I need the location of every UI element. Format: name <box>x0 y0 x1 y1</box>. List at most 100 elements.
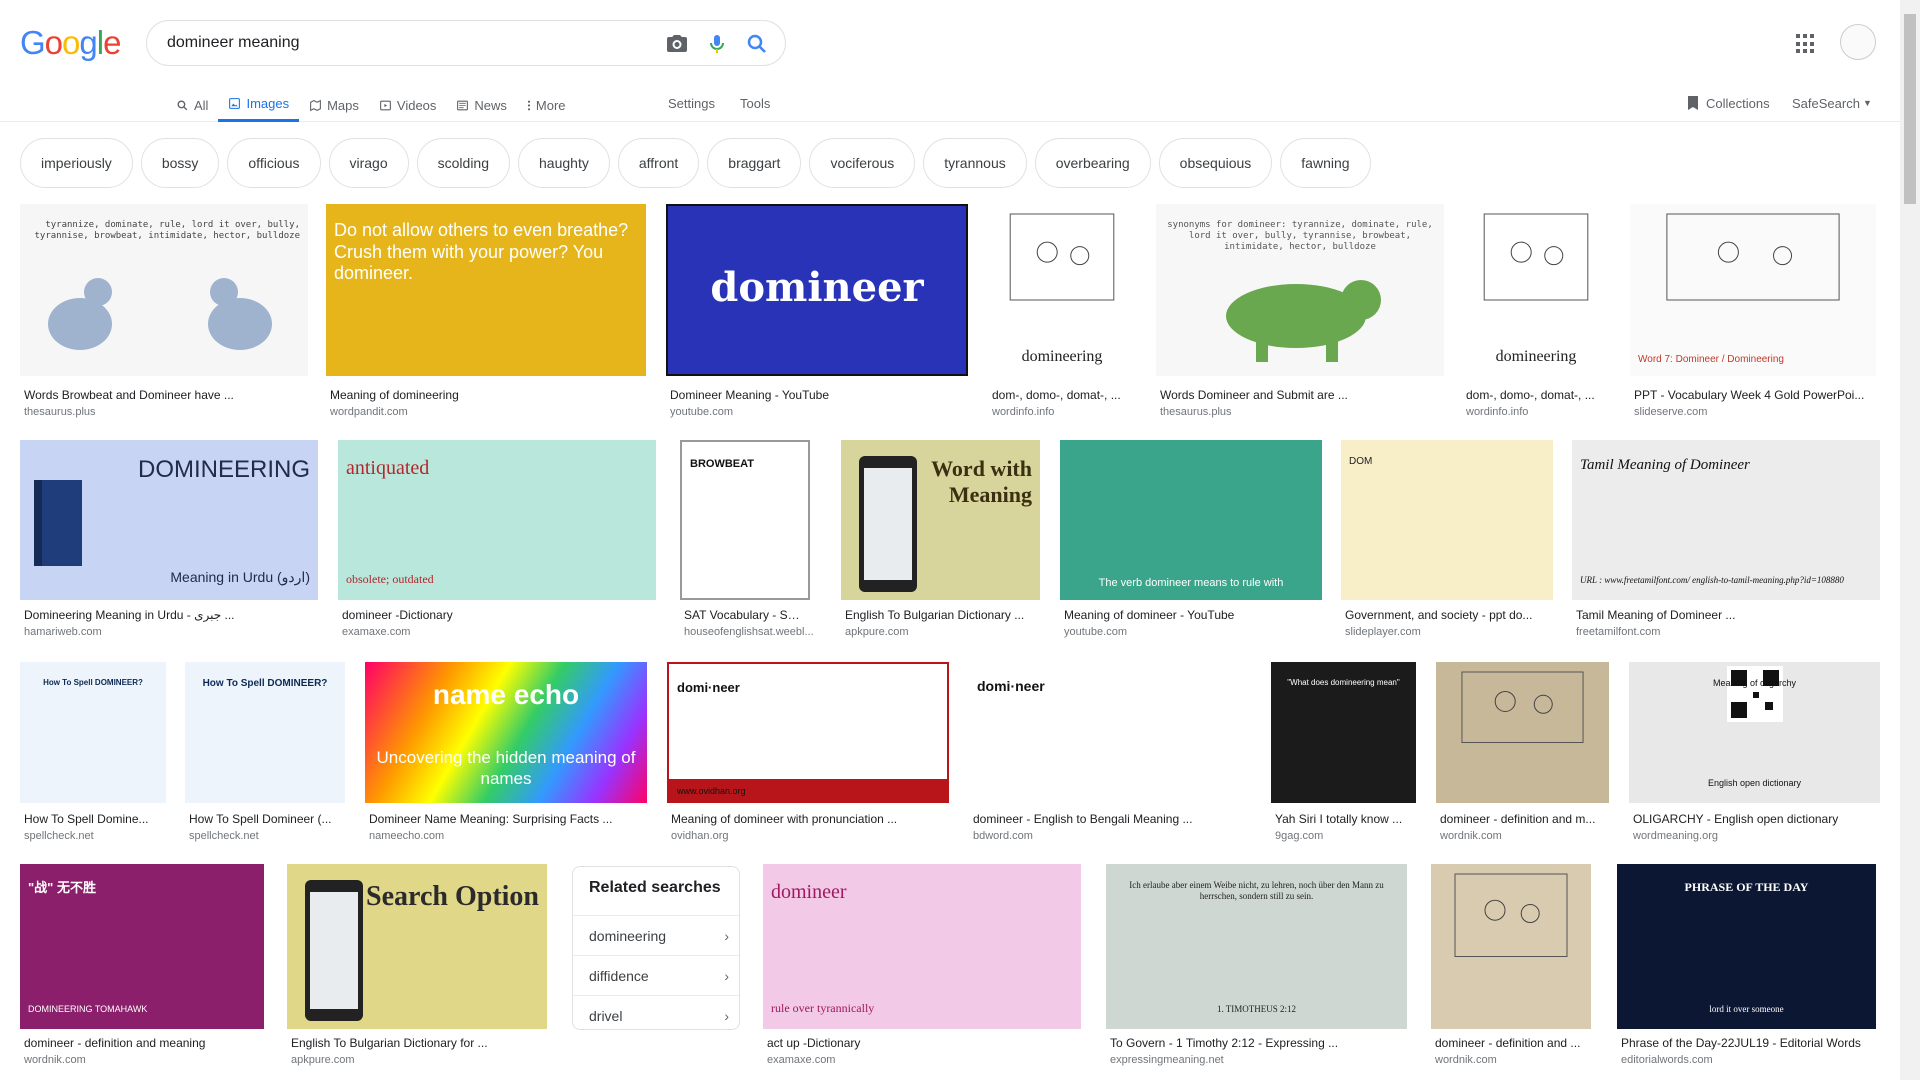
tab-more[interactable]: More <box>517 88 576 122</box>
image-thumbnail[interactable]: "战" 无不胜 DOMINEERING TOMAHAWK <box>20 864 264 1029</box>
chip-braggart[interactable]: braggart <box>707 138 802 188</box>
result-caption[interactable]: English To Bulgarian Dictionary for ... <box>291 1036 543 1050</box>
chip-virago[interactable]: virago <box>328 138 409 188</box>
image-result[interactable]: domineer - definition and ... wordnik.com <box>1431 864 1591 1076</box>
image-thumbnail[interactable]: BROWBEAT <box>680 440 810 600</box>
image-thumbnail[interactable]: Word 7: Domineer / Domineering <box>1630 204 1876 376</box>
image-thumbnail[interactable]: antiquated obsolete; outdated <box>338 440 656 600</box>
result-caption[interactable]: domineer - definition and meaning <box>24 1036 260 1050</box>
image-thumbnail[interactable] <box>1436 662 1609 803</box>
image-result[interactable]: PHRASE OF THE DAY lord it over someone Phr… <box>1617 864 1876 1076</box>
result-caption[interactable]: domineer - English to Bengali Meaning ..… <box>973 812 1247 826</box>
image-thumbnail[interactable]: domi·neer www.ovidhan.org <box>667 662 949 803</box>
result-caption[interactable]: To Govern - 1 Timothy 2:12 - Expressing … <box>1110 1036 1403 1050</box>
image-thumbnail[interactable] <box>1431 864 1591 1029</box>
image-thumbnail[interactable]: Tamil Meaning of Domineer URL : www.freet… <box>1572 440 1880 600</box>
result-caption[interactable]: Yah Siri I totally know ... <box>1275 812 1412 826</box>
tab-images[interactable]: Images <box>218 88 300 122</box>
chip-imperiously[interactable]: imperiously <box>20 138 133 188</box>
image-thumbnail[interactable]: tyrannize, dominate, rule, lord it over,… <box>20 204 308 376</box>
tab-news[interactable]: News <box>446 88 517 122</box>
image-result[interactable]: tyrannize, dominate, rule, lord it over,… <box>20 204 308 428</box>
image-result[interactable]: The verb domineer means to rule with Mean… <box>1060 440 1322 648</box>
safesearch-dropdown[interactable]: SafeSearch ▼ <box>1792 88 1872 118</box>
search-input[interactable]: domineer meaning <box>167 34 300 52</box>
image-thumbnail[interactable]: Ich erlaube aber einem Weibe nicht, zu l… <box>1106 864 1407 1029</box>
image-result[interactable]: domi·neer www.ovidhan.org Meaning of domin… <box>667 662 949 852</box>
result-caption[interactable]: domineer - definition and m... <box>1440 812 1605 826</box>
result-caption[interactable]: English To Bulgarian Dictionary ... <box>845 608 1036 622</box>
chip-obsequious[interactable]: obsequious <box>1158 138 1273 188</box>
image-result[interactable]: name echo Uncovering the hidden meaning o… <box>365 662 647 852</box>
scrollbar[interactable] <box>1900 0 1920 1080</box>
apps-grid-icon[interactable] <box>1796 34 1816 54</box>
image-result[interactable]: Word 7: Domineer / Domineering PPT - Voca… <box>1630 204 1876 428</box>
avatar[interactable] <box>1840 24 1876 60</box>
chip-vociferous[interactable]: vociferous <box>809 138 916 188</box>
result-caption[interactable]: Words Domineer and Submit are ... <box>1160 388 1440 402</box>
tab-videos[interactable]: Videos <box>369 88 447 122</box>
result-caption[interactable]: Meaning of domineer - YouTube <box>1064 608 1318 622</box>
image-thumbnail[interactable]: name echo Uncovering the hidden meaning o… <box>365 662 647 803</box>
image-thumbnail[interactable]: DOMINEERING Meaning in Urdu (اردو) <box>20 440 318 600</box>
microphone-icon[interactable] <box>705 32 729 56</box>
image-result[interactable]: antiquated obsolete; outdated domineer -Di… <box>338 440 656 648</box>
image-thumbnail[interactable]: domineer rule over tyrannically <box>763 864 1081 1029</box>
tab-all[interactable]: All <box>166 88 218 122</box>
image-thumbnail[interactable]: Do not allow others to even breathe? Cru… <box>326 204 646 376</box>
image-result[interactable]: Meaning of oligarchy English open diction… <box>1629 662 1880 852</box>
result-caption[interactable]: dom-, domo-, domat-, ... <box>992 388 1132 402</box>
image-result[interactable]: DOM Government, and society - ppt do... sl… <box>1341 440 1553 648</box>
related-item[interactable]: domineering › <box>573 915 741 955</box>
chip-bossy[interactable]: bossy <box>140 138 220 188</box>
result-caption[interactable]: PPT - Vocabulary Week 4 Gold PowerPoi... <box>1634 388 1872 402</box>
result-caption[interactable]: OLIGARCHY - English open dictionary <box>1633 812 1876 826</box>
result-caption[interactable]: Domineering Meaning in Urdu - جبری ... <box>24 608 314 622</box>
chip-scolding[interactable]: scolding <box>416 138 511 188</box>
chip-officious[interactable]: officious <box>227 138 321 188</box>
image-result[interactable]: domineer Domineer Meaning - YouTube youtub… <box>666 204 968 428</box>
result-caption[interactable]: Government, and society - ppt do... <box>1345 608 1549 622</box>
image-result[interactable]: BROWBEAT SAT Vocabulary - SAT... houseofen… <box>680 440 814 648</box>
related-item[interactable]: drivel › <box>573 995 741 1035</box>
result-caption[interactable]: Domineer Name Meaning: Surprising Facts … <box>369 812 643 826</box>
related-item[interactable]: diffidence › <box>573 955 741 995</box>
image-result[interactable]: domineering dom-, domo-, domat-, ... wordi… <box>988 204 1136 428</box>
image-result[interactable]: How To Spell DOMINEER? How To Spell Domin… <box>20 662 166 852</box>
image-thumbnail[interactable]: DOM <box>1341 440 1553 600</box>
tab-maps[interactable]: Maps <box>299 88 369 122</box>
tools-link[interactable]: Tools <box>740 88 770 118</box>
result-caption[interactable]: Words Browbeat and Domineer have ... <box>24 388 304 402</box>
image-thumbnail[interactable]: domi·neer <box>969 662 1251 803</box>
chip-affront[interactable]: affront <box>617 138 700 188</box>
result-caption[interactable]: Tamil Meaning of Domineer ... <box>1576 608 1876 622</box>
image-result[interactable]: DOMINEERING Meaning in Urdu (اردو) Dominee… <box>20 440 318 648</box>
image-thumbnail[interactable]: Meaning of oligarchy English open diction… <box>1629 662 1880 803</box>
image-thumbnail[interactable]: The verb domineer means to rule with <box>1060 440 1322 600</box>
image-thumbnail[interactable]: synonyms for domineer: tyrannize, domina… <box>1156 204 1444 376</box>
search-box[interactable]: domineer meaning <box>146 20 786 66</box>
image-result[interactable]: Do not allow others to even breathe? Cru… <box>326 204 646 428</box>
image-thumbnail[interactable]: How To Spell DOMINEER? <box>20 662 166 803</box>
image-thumbnail[interactable]: How To Spell DOMINEER? <box>185 662 345 803</box>
result-caption[interactable]: How To Spell Domineer (... <box>189 812 341 826</box>
result-caption[interactable]: act up -Dictionary <box>767 1036 1077 1050</box>
image-result[interactable]: synonyms for domineer: tyrannize, domina… <box>1156 204 1444 428</box>
image-result[interactable]: Ich erlaube aber einem Weibe nicht, zu l… <box>1106 864 1407 1076</box>
chip-tyrannous[interactable]: tyrannous <box>923 138 1027 188</box>
image-thumbnail[interactable]: Word with Meaning <box>841 440 1040 600</box>
chip-overbearing[interactable]: overbearing <box>1034 138 1151 188</box>
chip-haughty[interactable]: haughty <box>518 138 610 188</box>
result-caption[interactable]: dom-, domo-, domat-, ... <box>1466 388 1606 402</box>
image-result[interactable]: domi·neer domineer - English to Bengali M… <box>969 662 1251 852</box>
image-thumbnail[interactable]: PHRASE OF THE DAY lord it over someone <box>1617 864 1876 1029</box>
collections-link[interactable]: Collections <box>1686 88 1770 118</box>
image-thumbnail[interactable]: domineering <box>1462 204 1610 376</box>
image-result[interactable]: Search Option English To Bulgarian Dictio… <box>287 864 547 1076</box>
result-caption[interactable]: Meaning of domineer with pronunciation .… <box>671 812 945 826</box>
camera-icon[interactable] <box>665 32 689 56</box>
image-thumbnail[interactable]: domineering <box>988 204 1136 376</box>
result-caption[interactable]: Meaning of domineering <box>330 388 642 402</box>
result-caption[interactable]: Domineer Meaning - YouTube <box>670 388 964 402</box>
image-result[interactable]: Tamil Meaning of Domineer URL : www.freet… <box>1572 440 1880 648</box>
